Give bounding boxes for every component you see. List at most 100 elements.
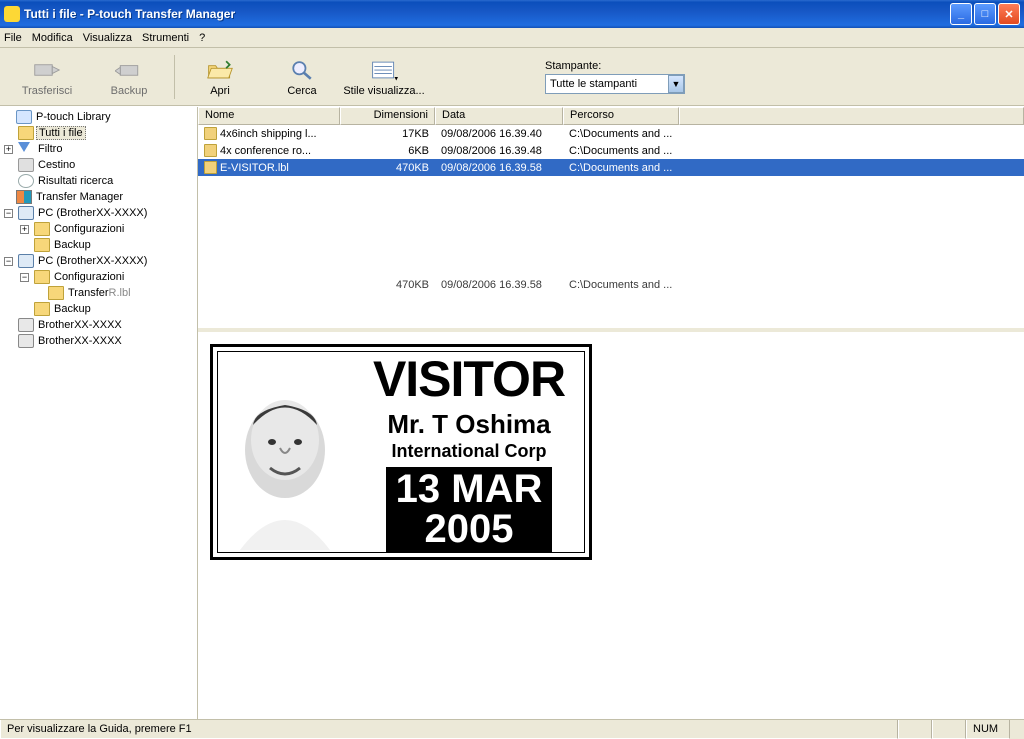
col-size[interactable]: Dimensioni xyxy=(340,107,435,125)
preview-datebox: 13 MAR 2005 xyxy=(386,467,553,553)
file-date: 09/08/2006 16.39.58 xyxy=(435,162,563,174)
toolbar-separator xyxy=(174,55,175,99)
col-path[interactable]: Percorso xyxy=(563,107,679,125)
transfer-icon xyxy=(31,57,63,83)
menu-help[interactable]: ? xyxy=(199,32,205,44)
minimize-button[interactable]: _ xyxy=(950,3,972,25)
tree-all-files[interactable]: Tutti i file xyxy=(0,125,197,141)
summary-path: C:\Documents and ... xyxy=(563,279,679,291)
list-item[interactable]: 4x6inch shipping l... 17KB 09/08/2006 16… xyxy=(198,125,1024,142)
file-size: 470KB xyxy=(340,162,435,174)
printer-icon xyxy=(18,318,34,332)
menu-file[interactable]: File xyxy=(4,32,22,44)
app-icon xyxy=(4,6,20,22)
tree-filter[interactable]: +Filtro xyxy=(0,141,197,157)
file-size: 17KB xyxy=(340,128,435,140)
tree-printer-1[interactable]: BrotherXX-XXXX xyxy=(0,317,197,333)
tree-transfer-manager[interactable]: Transfer Manager xyxy=(0,189,197,205)
menu-bar: File Modifica Visualizza Strumenti ? xyxy=(0,28,1024,48)
library-icon xyxy=(16,110,32,124)
file-icon xyxy=(204,161,217,174)
tree-pc2-transfer[interactable]: TransferR.lbl xyxy=(0,285,197,301)
tree-pc-1[interactable]: −PC (BrotherXX-XXXX) xyxy=(0,205,197,221)
tree-pc2-backup[interactable]: Backup xyxy=(0,301,197,317)
folder-icon xyxy=(34,222,50,236)
trash-icon xyxy=(18,158,34,172)
close-button[interactable]: ✕ xyxy=(998,3,1020,25)
label-preview: VISITOR Mr. T Oshima International Corp … xyxy=(210,344,592,560)
search-icon xyxy=(286,57,318,83)
chevron-down-icon: ▼ xyxy=(668,75,684,93)
file-name: 4x conference ro... xyxy=(220,145,311,157)
list-item-selected[interactable]: E-VISITOR.lbl 470KB 09/08/2006 16.39.58 … xyxy=(198,159,1024,176)
tree-printer-2[interactable]: BrotherXX-XXXX xyxy=(0,333,197,349)
file-path: C:\Documents and ... xyxy=(563,145,679,157)
file-path: C:\Documents and ... xyxy=(563,128,679,140)
preview-title: VISITOR xyxy=(373,354,565,404)
open-label: Apri xyxy=(210,85,230,97)
tree-search-results[interactable]: Risultati ricerca xyxy=(0,173,197,189)
view-style-label: Stile visualizza... xyxy=(343,85,424,97)
preview-org: International Corp xyxy=(391,441,546,462)
file-date: 09/08/2006 16.39.48 xyxy=(435,145,563,157)
list-header: Nome Dimensioni Data Percorso xyxy=(198,107,1024,125)
col-blank[interactable] xyxy=(679,107,1024,125)
status-empty-2 xyxy=(932,720,966,739)
maximize-button[interactable]: □ xyxy=(974,3,996,25)
file-icon xyxy=(204,127,217,140)
toolbar: Trasferisci Backup Apri Cerca Stile visu… xyxy=(0,48,1024,106)
search-label: Cerca xyxy=(287,85,316,97)
file-date: 09/08/2006 16.39.40 xyxy=(435,128,563,140)
preview-name: Mr. T Oshima xyxy=(387,409,550,440)
file-list: Nome Dimensioni Data Percorso 4x6inch sh… xyxy=(198,107,1024,332)
col-date[interactable]: Data xyxy=(435,107,563,125)
search-button[interactable]: Cerca xyxy=(261,51,343,103)
list-view-icon xyxy=(368,57,400,83)
status-bar: Per visualizzare la Guida, premere F1 NU… xyxy=(0,719,1024,739)
view-style-button[interactable]: Stile visualizza... xyxy=(343,51,425,103)
search-results-icon xyxy=(18,174,34,188)
tree-pc-2[interactable]: −PC (BrotherXX-XXXX) xyxy=(0,253,197,269)
main-area: P-touch Library Tutti i file +Filtro Ces… xyxy=(0,106,1024,719)
preview-date-line2: 2005 xyxy=(425,509,514,549)
tree-library[interactable]: P-touch Library xyxy=(0,109,197,125)
menu-view[interactable]: Visualizza xyxy=(83,32,132,44)
menu-edit[interactable]: Modifica xyxy=(32,32,73,44)
preview-date-line1: 13 MAR xyxy=(396,469,543,509)
list-item[interactable]: 4x conference ro... 6KB 09/08/2006 16.39… xyxy=(198,142,1024,159)
printer-selector: Stampante: Tutte le stampanti ▼ xyxy=(545,60,685,94)
folder-icon xyxy=(48,286,64,300)
list-body[interactable]: 4x6inch shipping l... 17KB 09/08/2006 16… xyxy=(198,125,1024,328)
folder-icon xyxy=(34,302,50,316)
printer-label: Stampante: xyxy=(545,60,685,72)
open-button[interactable]: Apri xyxy=(179,51,261,103)
menu-tools[interactable]: Strumenti xyxy=(142,32,189,44)
status-num: NUM xyxy=(966,720,1010,739)
status-empty-1 xyxy=(898,720,932,739)
pc-icon xyxy=(18,206,34,220)
tree-pc2-config[interactable]: −Configurazioni xyxy=(0,269,197,285)
tree-panel[interactable]: P-touch Library Tutti i file +Filtro Ces… xyxy=(0,107,198,719)
transfer-button[interactable]: Trasferisci xyxy=(6,51,88,103)
tree-recycle-bin[interactable]: Cestino xyxy=(0,157,197,173)
printer-dropdown[interactable]: Tutte le stampanti ▼ xyxy=(545,74,685,94)
printer-icon xyxy=(18,334,34,348)
window-buttons: _ □ ✕ xyxy=(950,3,1020,25)
backup-button[interactable]: Backup xyxy=(88,51,170,103)
tree-pc1-backup[interactable]: Backup xyxy=(0,237,197,253)
visitor-photo xyxy=(220,354,350,550)
file-name: E-VISITOR.lbl xyxy=(220,162,289,174)
printer-selected: Tutte le stampanti xyxy=(550,78,637,90)
col-name[interactable]: Nome xyxy=(198,107,340,125)
summary-size: 470KB xyxy=(340,279,435,291)
backup-label: Backup xyxy=(111,85,148,97)
transfer-label: Trasferisci xyxy=(22,85,72,97)
folder-icon xyxy=(34,238,50,252)
title-bar: Tutti i file - P-touch Transfer Manager … xyxy=(0,0,1024,28)
filter-icon xyxy=(18,142,34,156)
tree-pc1-config[interactable]: +Configurazioni xyxy=(0,221,197,237)
summary-row: 470KB 09/08/2006 16.39.58 C:\Documents a… xyxy=(198,276,1024,294)
folder-icon xyxy=(34,270,50,284)
preview-panel: VISITOR Mr. T Oshima International Corp … xyxy=(198,332,1024,719)
folder-icon xyxy=(18,126,34,140)
